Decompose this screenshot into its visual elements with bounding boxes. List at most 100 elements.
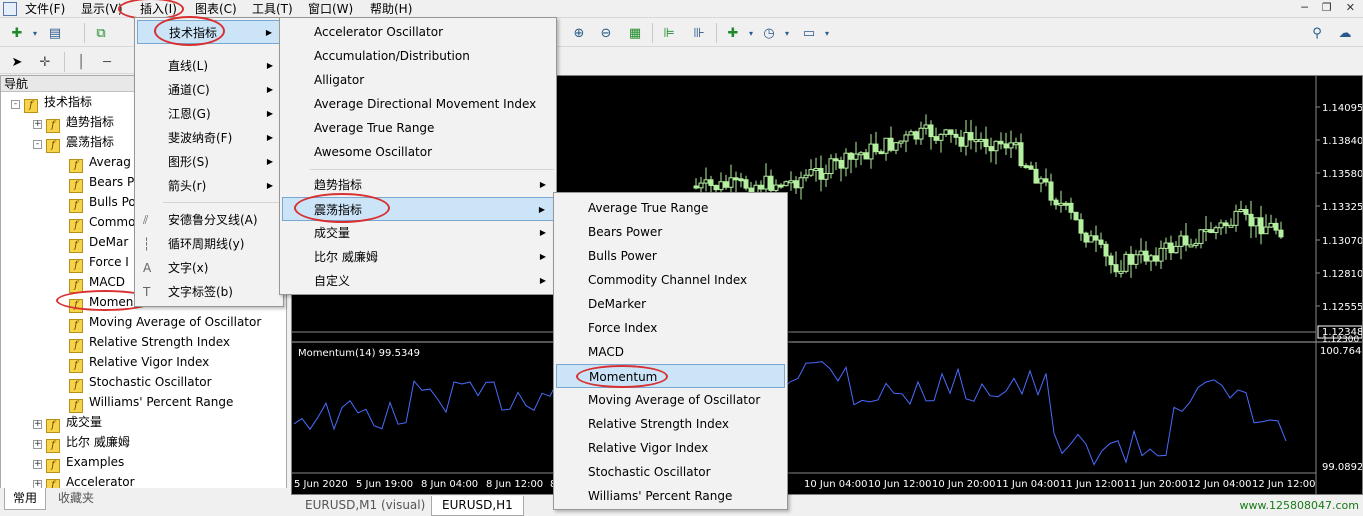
- tab-common[interactable]: 常用: [4, 488, 47, 510]
- expand-icon[interactable]: +: [33, 460, 42, 469]
- tree-item[interactable]: + f Examples: [33, 452, 124, 473]
- candle-body: [1108, 255, 1114, 266]
- indicator-min-label: 99.0892: [1322, 462, 1363, 473]
- new-chart-icon[interactable]: ✚: [8, 24, 26, 42]
- profiles-icon[interactable]: ▤: [46, 24, 64, 42]
- menu-item-accumulation-distribution[interactable]: Accumulation/Distribution: [282, 44, 554, 68]
- tree-item[interactable]: + f 趋势指标: [33, 112, 114, 133]
- tree-item[interactable]: f Relative Vigor Index: [69, 352, 209, 373]
- menu-item-oscillator[interactable]: Relative Vigor Index: [556, 436, 785, 460]
- menu-item-text-label[interactable]: T 文字标签(b): [137, 280, 281, 304]
- expand-icon[interactable]: +: [33, 420, 42, 429]
- horizontal-line-icon[interactable]: ─: [98, 53, 116, 71]
- indicators-icon[interactable]: ✚: [724, 24, 742, 42]
- tree-item[interactable]: f Force I: [69, 252, 129, 273]
- expand-icon[interactable]: +: [33, 120, 42, 129]
- dropdown-arrow-icon[interactable]: ▾: [818, 24, 836, 42]
- search-icon[interactable]: ⚲: [1308, 24, 1326, 42]
- menu-item-volumes[interactable]: 成交量 ▶: [282, 221, 554, 245]
- menu-item-text[interactable]: A 文字(x): [137, 256, 281, 280]
- tree-item[interactable]: f Williams' Percent Range: [69, 392, 233, 413]
- menu-tools[interactable]: 工具(T): [252, 1, 293, 17]
- menu-item-oscillator[interactable]: Williams' Percent Range: [556, 484, 785, 508]
- menu-item-andrews-pitchfork[interactable]: ⫽ 安德鲁分叉线(A): [137, 208, 281, 232]
- menu-item-oscillator[interactable]: Force Index: [556, 316, 785, 340]
- menu-charts[interactable]: 图表(C): [195, 1, 237, 17]
- crosshair-icon[interactable]: ✛: [36, 53, 54, 71]
- time-tick-label: 12 Jun 12:00: [1252, 479, 1316, 490]
- expand-icon[interactable]: +: [33, 440, 42, 449]
- menu-item-bill-williams[interactable]: 比尔 威廉姆 ▶: [282, 245, 554, 269]
- tree-item[interactable]: f MACD: [69, 272, 125, 293]
- tree-item[interactable]: f Relative Strength Index: [69, 332, 230, 353]
- candle-body: [1093, 235, 1099, 241]
- menu-item-oscillator[interactable]: DeMarker: [556, 292, 785, 316]
- restore-icon[interactable]: ❐: [1322, 1, 1332, 14]
- menu-item-lines[interactable]: 直线(L) ▶: [137, 54, 281, 78]
- menu-item-cycle-lines[interactable]: ┆ 循环周期线(y): [137, 232, 281, 256]
- tree-item[interactable]: - f 震荡指标: [33, 132, 114, 153]
- menu-item-custom[interactable]: 自定义 ▶: [282, 269, 554, 293]
- tree-item[interactable]: f Bears P: [69, 172, 134, 193]
- menu-item-oscillator[interactable]: Relative Strength Index: [556, 412, 785, 436]
- menu-item-oscillator[interactable]: Moving Average of Oscillator: [556, 388, 785, 412]
- tree-item[interactable]: - f 技术指标: [11, 92, 92, 113]
- menu-item-oscillator[interactable]: Bulls Power: [556, 244, 785, 268]
- candle-body: [708, 179, 714, 186]
- menu-item-awesome-oscillator[interactable]: Awesome Oscillator: [282, 140, 554, 164]
- menu-item-accelerator-oscillator[interactable]: Accelerator Oscillator: [282, 20, 554, 44]
- chat-icon[interactable]: ☁: [1336, 24, 1354, 42]
- chart-shift-icon[interactable]: ⊪: [690, 24, 708, 42]
- toolbar-separator: [84, 23, 85, 43]
- periods-icon[interactable]: ◷: [760, 24, 778, 42]
- tree-item[interactable]: f Commo: [69, 212, 135, 233]
- menu-item-average-true-range[interactable]: Average True Range: [282, 116, 554, 140]
- tab-favorites[interactable]: 收藏夹: [50, 488, 102, 510]
- zoom-out-icon[interactable]: ⊖: [597, 24, 615, 42]
- tab-eurusd-m1[interactable]: EURUSD,M1 (visual): [295, 496, 435, 516]
- tree-item[interactable]: f DeMar: [69, 232, 128, 253]
- zoom-in-icon[interactable]: ⊕: [570, 24, 588, 42]
- tree-item[interactable]: + f 比尔 威廉姆: [33, 432, 130, 453]
- indicator-label: Momentum(14) 99.5349: [298, 348, 420, 359]
- menu-item-oscillator[interactable]: Commodity Channel Index: [556, 268, 785, 292]
- menu-item-shapes[interactable]: 图形(S) ▶: [137, 150, 281, 174]
- menu-item-oscillator[interactable]: MACD: [556, 340, 785, 364]
- dropdown-arrow-icon[interactable]: ▾: [778, 24, 796, 42]
- minimize-icon[interactable]: ─: [1301, 1, 1308, 14]
- dropdown-arrow-icon[interactable]: ▾: [26, 24, 44, 42]
- tree-item[interactable]: + f 成交量: [33, 412, 102, 433]
- candle-body: [938, 133, 944, 141]
- tab-eurusd-h1[interactable]: EURUSD,H1: [431, 496, 524, 516]
- menu-item-channels[interactable]: 通道(C) ▶: [137, 78, 281, 102]
- menu-item-arrows[interactable]: 箭头(r) ▶: [137, 174, 281, 198]
- tree-item[interactable]: f Moving Average of Oscillator: [69, 312, 261, 333]
- menu-item-alligator[interactable]: Alligator: [282, 68, 554, 92]
- tree-item[interactable]: f Bulls Po: [69, 192, 136, 213]
- menu-file[interactable]: 文件(F): [25, 1, 65, 17]
- menu-item-admi[interactable]: Average Directional Movement Index: [282, 92, 554, 116]
- candle-body: [823, 173, 829, 180]
- dropdown-arrow-icon[interactable]: ▾: [742, 24, 760, 42]
- tree-item-label: 比尔 威廉姆: [66, 435, 130, 449]
- close-icon[interactable]: ✕: [1346, 1, 1355, 14]
- menu-view[interactable]: 显示(V): [81, 1, 123, 17]
- collapse-icon[interactable]: -: [11, 100, 20, 109]
- tree-item[interactable]: f Stochastic Oscillator: [69, 372, 212, 393]
- collapse-icon[interactable]: -: [33, 140, 42, 149]
- auto-scroll-icon[interactable]: ⊫: [660, 24, 678, 42]
- templates-icon[interactable]: ▭: [800, 24, 818, 42]
- menu-item-oscillator[interactable]: Bears Power: [556, 220, 785, 244]
- menu-item-gann[interactable]: 江恩(G) ▶: [137, 102, 281, 126]
- menu-item-fibonacci[interactable]: 斐波纳奇(F) ▶: [137, 126, 281, 150]
- menu-window[interactable]: 窗口(W): [308, 1, 353, 17]
- menu-item-oscillator[interactable]: Average True Range: [556, 196, 785, 220]
- menu-help[interactable]: 帮助(H): [370, 1, 412, 17]
- vertical-line-icon[interactable]: │: [72, 53, 90, 71]
- menu-item-oscillator[interactable]: Stochastic Oscillator: [556, 460, 785, 484]
- tile-windows-icon[interactable]: ▦: [626, 24, 644, 42]
- tree-item[interactable]: f Averag: [69, 152, 131, 173]
- market-watch-icon[interactable]: ⧉: [92, 24, 110, 42]
- cursor-icon[interactable]: ➤: [8, 53, 26, 71]
- toolbar-separator: [64, 52, 65, 72]
